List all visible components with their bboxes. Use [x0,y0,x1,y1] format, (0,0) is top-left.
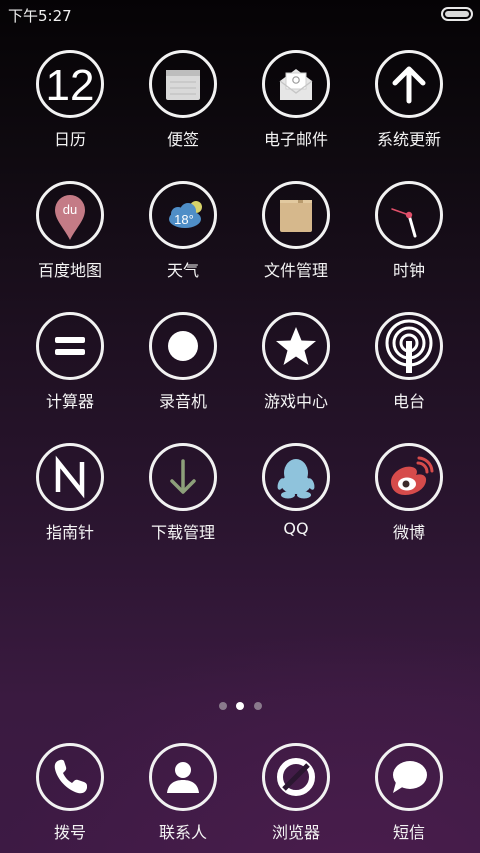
dock-phone[interactable]: 拨号 [10,743,130,853]
map-pin-icon: du [36,181,104,249]
page-dot[interactable] [219,702,227,710]
weather-temp: 18° [174,212,194,227]
status-time: 下午5:27 [8,7,72,25]
app-label: 百度地图 [37,261,102,280]
app-label: 浏览器 [271,823,320,842]
app-label: 文件管理 [263,261,328,280]
app-label: 下载管理 [150,523,215,542]
app-clock[interactable]: 时钟 [349,181,469,291]
radio-icon [375,312,443,380]
phone-icon [36,743,104,811]
app-baidu-map[interactable]: du 百度地图 [10,181,130,291]
app-label: 指南针 [45,523,94,542]
app-notes[interactable]: 便签 [123,50,243,160]
app-file-manager[interactable]: 文件管理 [236,181,356,291]
download-icon [149,443,217,511]
browser-icon [262,743,330,811]
page-dot-active[interactable] [236,702,244,710]
app-label: 系统更新 [376,130,441,149]
dock-browser[interactable]: 浏览器 [236,743,356,853]
app-label: 录音机 [158,392,207,411]
app-label: 电子邮件 [263,130,328,149]
app-compass[interactable]: 指南针 [10,443,130,553]
app-label: 联系人 [158,823,207,842]
app-label: 电台 [392,392,425,411]
app-download-manager[interactable]: 下载管理 [123,443,243,553]
weibo-icon [375,443,443,511]
app-recorder[interactable]: 录音机 [123,312,243,422]
status-bar: 下午5:27 [0,0,480,28]
dock-messages[interactable]: 短信 [349,743,469,853]
dock-contacts[interactable]: 联系人 [123,743,243,853]
arrow-up-icon [375,50,443,118]
app-calendar[interactable]: 12 日历 [10,50,130,160]
page-indicator [0,701,480,711]
app-weibo[interactable]: 微博 [349,443,469,553]
app-radio[interactable]: 电台 [349,312,469,422]
clock-icon [375,181,443,249]
app-label: QQ [283,519,309,538]
app-qq[interactable]: QQ [236,443,356,553]
calendar-day: 12 [46,61,95,110]
app-label: 天气 [166,261,199,280]
app-label: 短信 [392,823,425,842]
folder-icon [262,181,330,249]
map-pin-text: du [63,202,77,217]
record-icon [149,312,217,380]
app-label: 日历 [53,130,86,149]
notes-icon [149,50,217,118]
app-game-center[interactable]: 游戏中心 [236,312,356,422]
app-label: 便签 [166,130,199,149]
app-label: 游戏中心 [263,392,328,411]
page-dot[interactable] [254,702,262,710]
compass-n-icon [36,443,104,511]
star-icon [262,312,330,380]
app-calculator[interactable]: 计算器 [10,312,130,422]
app-label: 时钟 [392,261,425,280]
app-system-update[interactable]: 系统更新 [349,50,469,160]
contact-icon [149,743,217,811]
app-label: 微博 [392,523,425,542]
equals-icon [36,312,104,380]
email-icon [262,50,330,118]
calendar-icon: 12 [36,50,104,118]
battery-icon [441,7,473,21]
app-weather[interactable]: 18° 天气 [123,181,243,291]
app-label: 拨号 [53,823,86,842]
app-label: 计算器 [45,392,94,411]
weather-icon: 18° [149,181,217,249]
qq-penguin-icon [262,443,330,511]
message-icon [375,743,443,811]
app-email[interactable]: 电子邮件 [236,50,356,160]
